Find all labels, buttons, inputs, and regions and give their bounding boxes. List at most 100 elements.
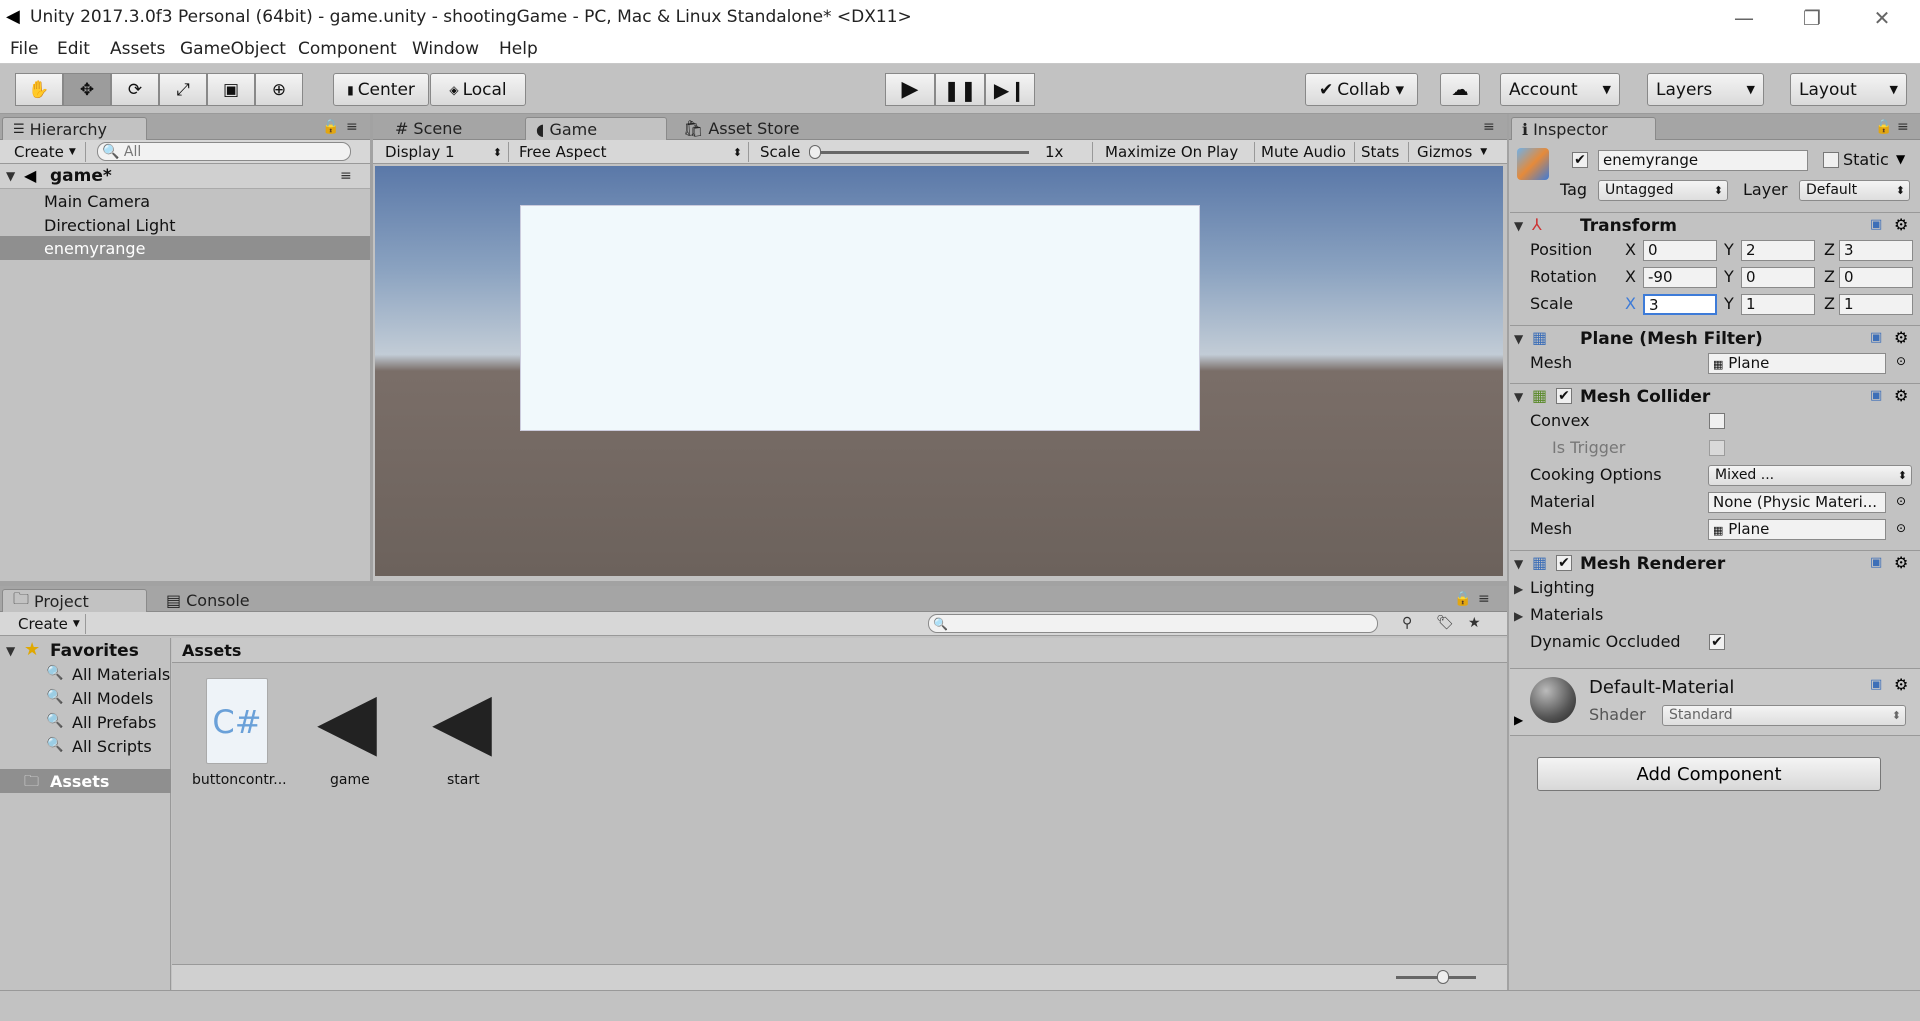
filter-label-icon[interactable]: 🏷 bbox=[1436, 615, 1454, 631]
scale-tool-button[interactable]: ⤢ bbox=[159, 73, 207, 106]
list-item[interactable]: Main Camera bbox=[44, 192, 150, 211]
convex-checkbox[interactable] bbox=[1709, 413, 1725, 429]
chevron-down-icon[interactable]: ▼ bbox=[1896, 152, 1905, 166]
panel-menu-icon[interactable]: ≡ bbox=[1483, 119, 1495, 135]
menu-gameobject[interactable]: GameObject bbox=[180, 39, 286, 59]
minimize-button[interactable]: — bbox=[1714, 2, 1774, 34]
rect-tool-button[interactable]: ▣ bbox=[207, 73, 255, 106]
transform-tool-button[interactable]: ⊕ bbox=[255, 73, 303, 106]
scene-header[interactable]: ▼ ◀ game* ≡ bbox=[0, 164, 370, 189]
expand-arrow-icon[interactable]: ▼ bbox=[1514, 390, 1523, 404]
project-search-input[interactable]: 🔍 bbox=[928, 614, 1378, 633]
mesh-filter-header[interactable]: ▼ ▦ Plane (Mesh Filter) ▣ ⚙ bbox=[1510, 325, 1920, 351]
list-item[interactable]: All Materials bbox=[72, 665, 170, 684]
step-button[interactable]: ▶❙ bbox=[985, 73, 1035, 106]
hierarchy-search-input[interactable]: 🔍 All bbox=[97, 142, 351, 161]
breadcrumb-assets[interactable]: Assets bbox=[182, 641, 241, 660]
aspect-dropdown[interactable]: Free Aspect ⬍ bbox=[513, 142, 749, 162]
menu-assets[interactable]: Assets bbox=[110, 39, 165, 59]
lock-icon[interactable]: 🔒 bbox=[1454, 591, 1471, 607]
object-name-field[interactable]: enemyrange bbox=[1598, 150, 1808, 171]
pivot-center-button[interactable]: ▮ Center bbox=[333, 73, 429, 106]
cloud-button[interactable]: ☁ bbox=[1440, 73, 1480, 106]
expand-arrow-icon[interactable]: ▼ bbox=[1514, 557, 1523, 571]
cooking-options-dropdown[interactable]: Mixed ... bbox=[1708, 465, 1912, 486]
lighting-foldout[interactable]: Lighting bbox=[1530, 578, 1595, 597]
stats-toggle[interactable]: Stats bbox=[1357, 142, 1409, 162]
layout-dropdown[interactable]: Layout ▼ bbox=[1790, 73, 1907, 106]
tab-scene[interactable]: # Scene bbox=[385, 117, 472, 140]
maximize-on-play-toggle[interactable]: Maximize On Play bbox=[1103, 142, 1255, 162]
menu-window[interactable]: Window bbox=[412, 39, 479, 59]
transform-header[interactable]: ▼ ⅄ Transform ▣ ⚙ bbox=[1510, 212, 1920, 238]
display-dropdown[interactable]: Display 1 ⬍ bbox=[379, 142, 509, 162]
expand-arrow-icon[interactable]: ▼ bbox=[6, 644, 15, 658]
rotation-x-field[interactable]: -90 bbox=[1643, 267, 1717, 288]
help-icon[interactable]: ▣ bbox=[1870, 388, 1882, 403]
zoom-slider-thumb[interactable] bbox=[1437, 970, 1449, 984]
position-x-field[interactable]: 0 bbox=[1643, 240, 1717, 261]
component-enabled-checkbox[interactable]: ✔ bbox=[1556, 555, 1572, 571]
physic-material-field[interactable]: None (Physic Materi... bbox=[1708, 492, 1886, 513]
play-button[interactable]: ▶ bbox=[885, 73, 935, 106]
lock-icon[interactable]: 🔒 bbox=[1875, 119, 1892, 135]
gear-icon[interactable]: ⚙ bbox=[1894, 386, 1908, 405]
menu-file[interactable]: File bbox=[10, 39, 38, 59]
project-create-dropdown[interactable]: Create ▼ bbox=[6, 614, 86, 634]
help-icon[interactable]: ▣ bbox=[1870, 677, 1882, 692]
list-item[interactable]: enemyrange bbox=[44, 239, 145, 258]
tab-project[interactable]: 🗀 Project bbox=[2, 589, 147, 612]
rotation-z-field[interactable]: 0 bbox=[1839, 267, 1913, 288]
mute-audio-toggle[interactable]: Mute Audio bbox=[1259, 142, 1355, 162]
expand-arrow-icon[interactable]: ▶ bbox=[1514, 609, 1523, 623]
rotation-y-field[interactable]: 0 bbox=[1741, 267, 1815, 288]
scale-slider-track[interactable] bbox=[813, 151, 1029, 154]
object-picker-icon[interactable]: ⊙ bbox=[1896, 521, 1906, 535]
scale-x-field[interactable]: 3 bbox=[1643, 294, 1717, 315]
asset-item[interactable]: C# buttoncontr... bbox=[192, 678, 287, 798]
shader-dropdown[interactable]: Standard bbox=[1662, 705, 1906, 726]
panel-menu-icon[interactable]: ≡ bbox=[1478, 591, 1490, 607]
materials-foldout[interactable]: Materials bbox=[1530, 605, 1603, 624]
asset-item[interactable]: ◀ start bbox=[417, 678, 507, 798]
component-enabled-checkbox[interactable]: ✔ bbox=[1556, 388, 1572, 404]
static-checkbox[interactable] bbox=[1823, 152, 1839, 168]
collab-button[interactable]: ✔ Collab ▾ bbox=[1305, 73, 1418, 106]
scale-z-field[interactable]: 1 bbox=[1839, 294, 1913, 315]
expand-arrow-icon[interactable]: ▼ bbox=[6, 169, 15, 183]
gear-icon[interactable]: ⚙ bbox=[1894, 553, 1908, 572]
hand-tool-button[interactable]: ✋ bbox=[15, 73, 63, 106]
pivot-local-button[interactable]: ◈ Local bbox=[430, 73, 526, 106]
tab-game[interactable]: ◖ Game bbox=[525, 117, 667, 140]
dynamic-occluded-checkbox[interactable]: ✔ bbox=[1709, 634, 1725, 650]
expand-arrow-icon[interactable]: ▼ bbox=[1514, 332, 1523, 346]
panel-menu-icon[interactable]: ≡ bbox=[1897, 119, 1909, 135]
help-icon[interactable]: ▣ bbox=[1870, 555, 1882, 570]
scene-menu-icon[interactable]: ≡ bbox=[340, 168, 352, 184]
restore-button[interactable]: ❐ bbox=[1782, 2, 1842, 34]
position-z-field[interactable]: 3 bbox=[1839, 240, 1913, 261]
pause-button[interactable]: ❚❚ bbox=[935, 73, 985, 106]
tab-hierarchy[interactable]: ☰ Hierarchy bbox=[2, 117, 147, 140]
add-component-button[interactable]: Add Component bbox=[1537, 757, 1881, 791]
gizmos-dropdown[interactable]: Gizmos ▼ bbox=[1413, 142, 1493, 162]
hierarchy-create-dropdown[interactable]: Create ▼ bbox=[6, 142, 86, 162]
position-y-field[interactable]: 2 bbox=[1741, 240, 1815, 261]
game-viewport[interactable] bbox=[375, 166, 1503, 576]
list-item[interactable]: Directional Light bbox=[44, 216, 176, 235]
help-icon[interactable]: ▣ bbox=[1870, 217, 1882, 232]
mesh-collider-header[interactable]: ▼ ▦ ✔ Mesh Collider ▣ ⚙ bbox=[1510, 383, 1920, 409]
close-button[interactable]: ✕ bbox=[1852, 2, 1912, 34]
tab-console[interactable]: ▤ Console bbox=[156, 589, 260, 612]
panel-menu-icon[interactable]: ≡ bbox=[346, 119, 358, 135]
tab-asset-store[interactable]: 🛍 Asset Store bbox=[673, 117, 809, 140]
lock-icon[interactable]: 🔒 bbox=[322, 119, 339, 135]
filter-type-icon[interactable]: ⚲ bbox=[1402, 615, 1412, 631]
zoom-slider-track[interactable] bbox=[1396, 976, 1476, 979]
gear-icon[interactable]: ⚙ bbox=[1894, 675, 1908, 694]
tag-dropdown[interactable]: Untagged bbox=[1598, 180, 1728, 201]
expand-arrow-icon[interactable]: ▶ bbox=[1514, 713, 1523, 727]
object-picker-icon[interactable]: ⊙ bbox=[1896, 354, 1906, 368]
scale-y-field[interactable]: 1 bbox=[1741, 294, 1815, 315]
move-tool-button[interactable]: ✥ bbox=[63, 73, 111, 106]
